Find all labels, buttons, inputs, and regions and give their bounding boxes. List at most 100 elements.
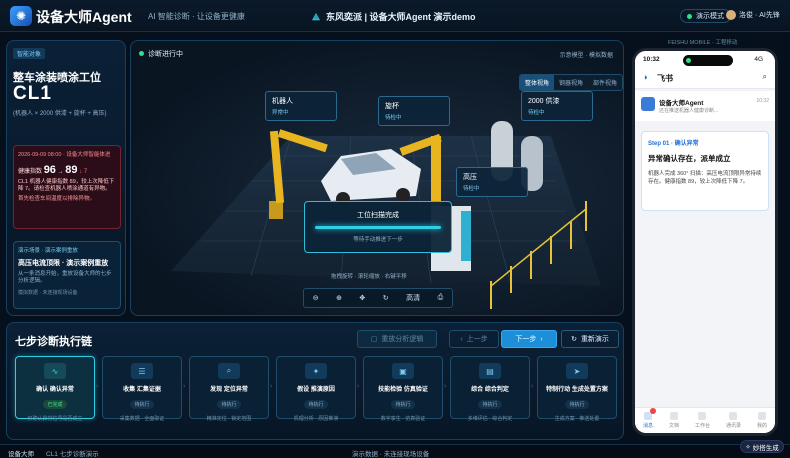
chevron-right-icon: › — [357, 383, 360, 390]
database-icon: ☰ — [131, 363, 153, 379]
message-preview: 还在推送机器人健康诊断... — [659, 108, 719, 114]
send-icon: ➤ — [566, 363, 588, 379]
scene-note: 示意模型 · 模拟数据 — [559, 53, 613, 59]
chat-item[interactable]: 设备大师Agent 10:32 还在推送机器人健康诊断... — [635, 91, 775, 121]
sparkle-icon: ✧ — [745, 443, 751, 451]
step-1[interactable]: ∿ 确认 确认异常 已完成 仅确认异常信号是否成立 — [15, 356, 95, 422]
3d-scene[interactable]: 诊断进行中 示意模型 · 模拟数据 整体视角 钢器视角 部件视角 机器人 异常中… — [130, 40, 624, 316]
agent-avatar — [641, 97, 655, 111]
phone-time: 10:32 — [643, 56, 660, 63]
screenshot-icon[interactable]: ⎙ — [438, 294, 444, 302]
view-tab-part[interactable]: 部件视角 — [588, 75, 622, 90]
scan-sub: 等待手动推进下一步 — [353, 237, 403, 243]
card-body: 机器人完成 360° 扫描：高压电流顶限异常持续存在。健康指数 89，较上次降低… — [648, 171, 762, 185]
hd-button[interactable]: 高清 — [406, 293, 420, 303]
message-icon — [643, 408, 656, 420]
step-6[interactable]: ▤ 综合 综合判定 待执行 多维评估 · 综合判定 — [450, 356, 530, 422]
station-panel: 智能对象 整车涂装喷涂工位 CL1 (机器人 × 2000 供漆 + 旋杯 + … — [6, 40, 126, 316]
scene-controls-hint: 拖拽旋转 · 滚轮缩放 · 右键平移 — [331, 274, 407, 280]
tab-me[interactable]: 我的 — [757, 412, 767, 429]
station-sub: (机器人 × 2000 供漆 + 旋杯 + 高压) — [13, 111, 107, 117]
restart-demo-button[interactable]: ↻ 重新演示 — [561, 330, 619, 348]
contacts-icon — [729, 412, 738, 420]
tab-messages[interactable]: 消息 — [643, 408, 656, 429]
step-status: 待执行 — [478, 400, 502, 409]
health-index: 健康指数 96 → 89 ↓ 7 — [18, 164, 88, 176]
document-icon: ▤ — [479, 363, 501, 379]
tab-docs[interactable]: 文档 — [669, 412, 679, 429]
generated-by-badge[interactable]: ✧ 妙搭生成 — [740, 440, 784, 453]
next-step-button[interactable]: 下一步 › — [501, 330, 557, 348]
callout-paint-supply[interactable]: 2000 供漆 待检中 — [521, 91, 593, 121]
message-time: 10:32 — [756, 98, 769, 104]
zoom-out-icon[interactable]: ⊖ — [313, 294, 319, 302]
step-5[interactable]: ▣ 技能检验 仿真验证 待执行 数字孪生 · 仿真验证 — [363, 356, 443, 422]
phone-mockup: 10:32 4G ◗ 飞书 ⌕ 设备大师Agent 10:32 还在推送机器人健… — [632, 48, 778, 436]
search-icon[interactable]: ⌕ — [763, 72, 767, 82]
user-profile[interactable]: 洛俊 · AI先锋 — [726, 10, 780, 20]
alert-time: 2026-09-09 08:00 · 设备大师智能体进 — [18, 152, 111, 158]
top-bar: ✺ 设备大师Agent AI 智能诊断 · 让设备更健康 ⟁ 东风奕派 | 设备大… — [0, 0, 790, 32]
case-desc: 从一条消息开始，重放设备大师的七步分析逻辑。 — [18, 271, 112, 284]
tab-workbench[interactable]: 工作台 — [695, 412, 710, 429]
callout-rotary-cup[interactable]: 旋杯 待检中 — [378, 96, 450, 126]
user-icon — [757, 412, 766, 420]
demo-case-card[interactable]: 演示场景 · 演示案例重放 高压电流顶限 · 演示案例重放 从一条消息开始，重放… — [13, 241, 121, 309]
card-step: Step 01 · 确认异常 — [648, 141, 699, 147]
view-switcher: 整体视角 钢器视角 部件视角 — [519, 74, 623, 91]
alert-text: CL1 机器人健康指数 89，较上次降低下降 7。请检查机器人喷涂通道有异物。 — [18, 179, 115, 192]
status-dot-icon — [687, 13, 692, 19]
reset-icon[interactable]: ↻ — [383, 294, 389, 302]
case-tag: 演示场景 · 演示案例重放 — [18, 248, 78, 254]
lightbulb-icon: ✦ — [305, 363, 327, 379]
doc-icon — [669, 412, 678, 420]
tab-contacts[interactable]: 通讯录 — [726, 412, 741, 429]
step-2[interactable]: ☰ 收集 汇集证据 待执行 采集数据 · 全面取证 — [102, 356, 182, 422]
move-icon[interactable]: ✥ — [359, 294, 365, 302]
callout-high-voltage[interactable]: 高压 待检中 — [456, 167, 528, 197]
step-7[interactable]: ➤ 特制行动 生成处置方案 待执行 生成方案 · 推送处置 — [537, 356, 617, 422]
robot-logo-icon: ✺ — [10, 6, 32, 26]
footer-bar: 设备大师 CL1 七步诊断演示 演示数据 · 未连接现场设备 — [0, 444, 790, 458]
live-dot-icon — [139, 51, 144, 56]
chevron-right-icon: › — [183, 383, 186, 390]
demo-mode-toggle[interactable]: 演示模式 — [680, 9, 731, 23]
chevron-right-icon: › — [270, 383, 273, 390]
view-tab-robot[interactable]: 钢器视角 — [554, 75, 588, 90]
step-3[interactable]: ⌕ 发现 定位异常 待执行 精准定位 · 锁定范围 — [189, 356, 269, 422]
steps-title: 七步诊断执行链 — [15, 336, 92, 348]
grid-icon — [698, 412, 707, 420]
replay-logic-button[interactable]: ▢ 重放分析逻辑 — [357, 330, 437, 348]
chevron-right-icon: › — [531, 383, 534, 390]
chevron-right-icon: › — [444, 383, 447, 390]
step-status: 待执行 — [391, 400, 415, 409]
health-alert[interactable]: 2026-09-09 08:00 · 设备大师智能体进 健康指数 96 → 89… — [13, 145, 121, 229]
step-status: 待执行 — [217, 400, 241, 409]
brand-tagline: AI 智能诊断 · 让设备更健康 — [148, 12, 245, 21]
center-title: ⟁ 东风奕派 | 设备大师Agent 演示demo — [312, 12, 476, 22]
view-tab-overall[interactable]: 整体视角 — [520, 75, 554, 90]
panel-tag: 智能对象 — [13, 48, 46, 59]
chip-icon: ▣ — [392, 363, 414, 379]
scan-complete-dialog: 工位扫描完成 等待手动推进下一步 — [304, 201, 452, 253]
prev-step-button[interactable]: ‹ 上一步 — [449, 330, 499, 348]
feishu-header: ◗ 飞书 ⌕ — [635, 67, 775, 89]
scene-toolbar: ⊖ ⊕ ✥ ↻ 高清 ⎙ — [303, 288, 453, 308]
step-status: 待执行 — [130, 400, 154, 409]
step-4[interactable]: ✦ 假设 推演原因 待执行 机理分析 · 原因推演 — [276, 356, 356, 422]
chevron-right-icon: › — [96, 383, 99, 390]
brand-title: 设备大师Agent — [36, 9, 132, 25]
phone-tab-bar: 消息 文档 工作台 通讯录 我的 — [635, 407, 775, 433]
case-title: 高压电流顶限 · 演示案例重放 — [18, 260, 109, 267]
callout-robot[interactable]: 机器人 异常中 — [265, 91, 337, 121]
feishu-title: 飞书 — [657, 74, 673, 83]
scan-progress-bar — [315, 226, 441, 229]
diagnosis-card[interactable]: Step 01 · 确认异常 异常确认存在，派单成立 机器人完成 360° 扫描… — [641, 131, 769, 211]
zoom-in-icon[interactable]: ⊕ — [336, 294, 342, 302]
pulse-icon: ∿ — [44, 363, 66, 379]
phone-signal: 4G — [754, 56, 763, 63]
step-status: 待执行 — [304, 400, 328, 409]
avatar — [726, 10, 736, 20]
phone-label: FEISHU MOBILE · 工程移动 — [668, 40, 738, 46]
feishu-logo-icon: ◗ — [643, 72, 649, 82]
